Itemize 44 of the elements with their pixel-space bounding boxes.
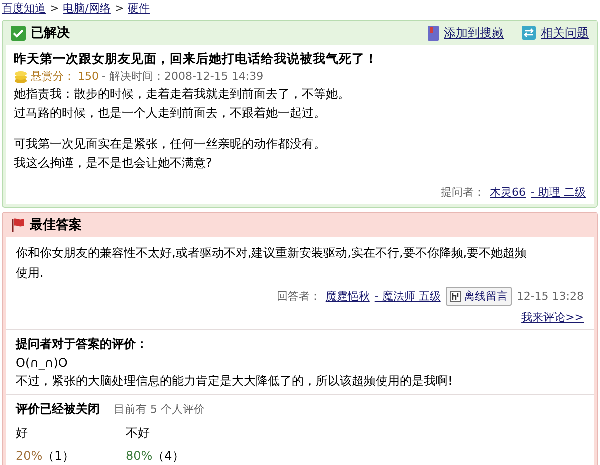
breadcrumb-separator: > — [114, 2, 124, 16]
speech-icon — [450, 291, 461, 302]
breadcrumb-link[interactable]: 百度知道 — [2, 2, 46, 16]
answer-title: 最佳答案 — [30, 216, 83, 234]
rating-votes: （4） — [152, 449, 184, 463]
status-title: 已解决 — [31, 25, 71, 42]
evaluation-text: O(∩_∩)O — [16, 355, 69, 372]
question-text: 她指责我：散步的时候，走着走着我就走到前面去了，不等她。 — [14, 86, 351, 103]
add-favorite-link[interactable]: 添加到搜藏 — [444, 24, 504, 42]
question-text: 我这么拘谨，是不是也会让她不满意? — [14, 155, 214, 172]
question-text: 可我第一次见面实在是紧张，任何一丝亲昵的动作都没有。 — [14, 136, 327, 153]
answerer-label: 回答者： — [276, 289, 321, 304]
solved-time: - 解决时间：2008-12-15 14:39 — [102, 69, 264, 85]
rating-title: 评价已经被关闭 — [16, 401, 100, 418]
asker-rank-link[interactable]: - 助理 二级 — [531, 185, 586, 200]
breadcrumb-link[interactable]: 硬件 — [128, 2, 150, 16]
check-icon — [11, 26, 26, 40]
related-link[interactable]: 相关问题 — [541, 24, 589, 42]
asker-link[interactable]: 木灵66 — [490, 185, 526, 200]
question-text: 过马路的时候，也是一个人走到前面去，不跟着她一起过。 — [14, 105, 327, 122]
answer-time: 12-15 13:28 — [516, 290, 584, 303]
message-button[interactable]: 离线留言 — [446, 287, 512, 306]
arrows-icon — [522, 26, 536, 40]
evaluation-title: 提问者对于答案的评价： — [16, 336, 149, 353]
comment-link[interactable]: 我来评论>> — [522, 310, 584, 325]
reward-value: 150 — [78, 69, 99, 85]
asker-label: 提问者： — [441, 185, 486, 200]
rating-percent: 20% — [16, 449, 43, 463]
evaluation-text: 不过，紧张的大脑处理信息的能力肯定是大大降低了的，所以该超频使用的是我啊! — [16, 373, 454, 390]
rating-percent: 80% — [126, 449, 153, 463]
breadcrumb-separator: > — [50, 2, 60, 16]
question-title: 昨天第一次跟女朋友见面，回来后她打电话给我说被我气死了！ — [14, 50, 379, 68]
book-icon — [428, 26, 439, 40]
coins-icon — [14, 70, 28, 84]
breadcrumb-link[interactable]: 电脑/网络 — [63, 2, 111, 16]
reward-label: 悬赏分： — [31, 69, 75, 85]
rating-votes: （1） — [42, 449, 74, 463]
answerer-link[interactable]: 魔霆悒秋 — [326, 289, 370, 304]
rating-label: 不好 — [126, 425, 151, 442]
answer-text: 你和你女朋友的兼容性不太好,或者驱动不对,建议重新安装驱动,实在不行,要不你降频,要不她超频使用. — [16, 245, 528, 282]
flag-icon — [11, 218, 25, 232]
rating-count: 目前有 5 个人评价 — [114, 402, 205, 417]
answerer-rank-link[interactable]: - 魔法师 五级 — [374, 289, 441, 304]
rating-label: 好 — [16, 425, 29, 442]
